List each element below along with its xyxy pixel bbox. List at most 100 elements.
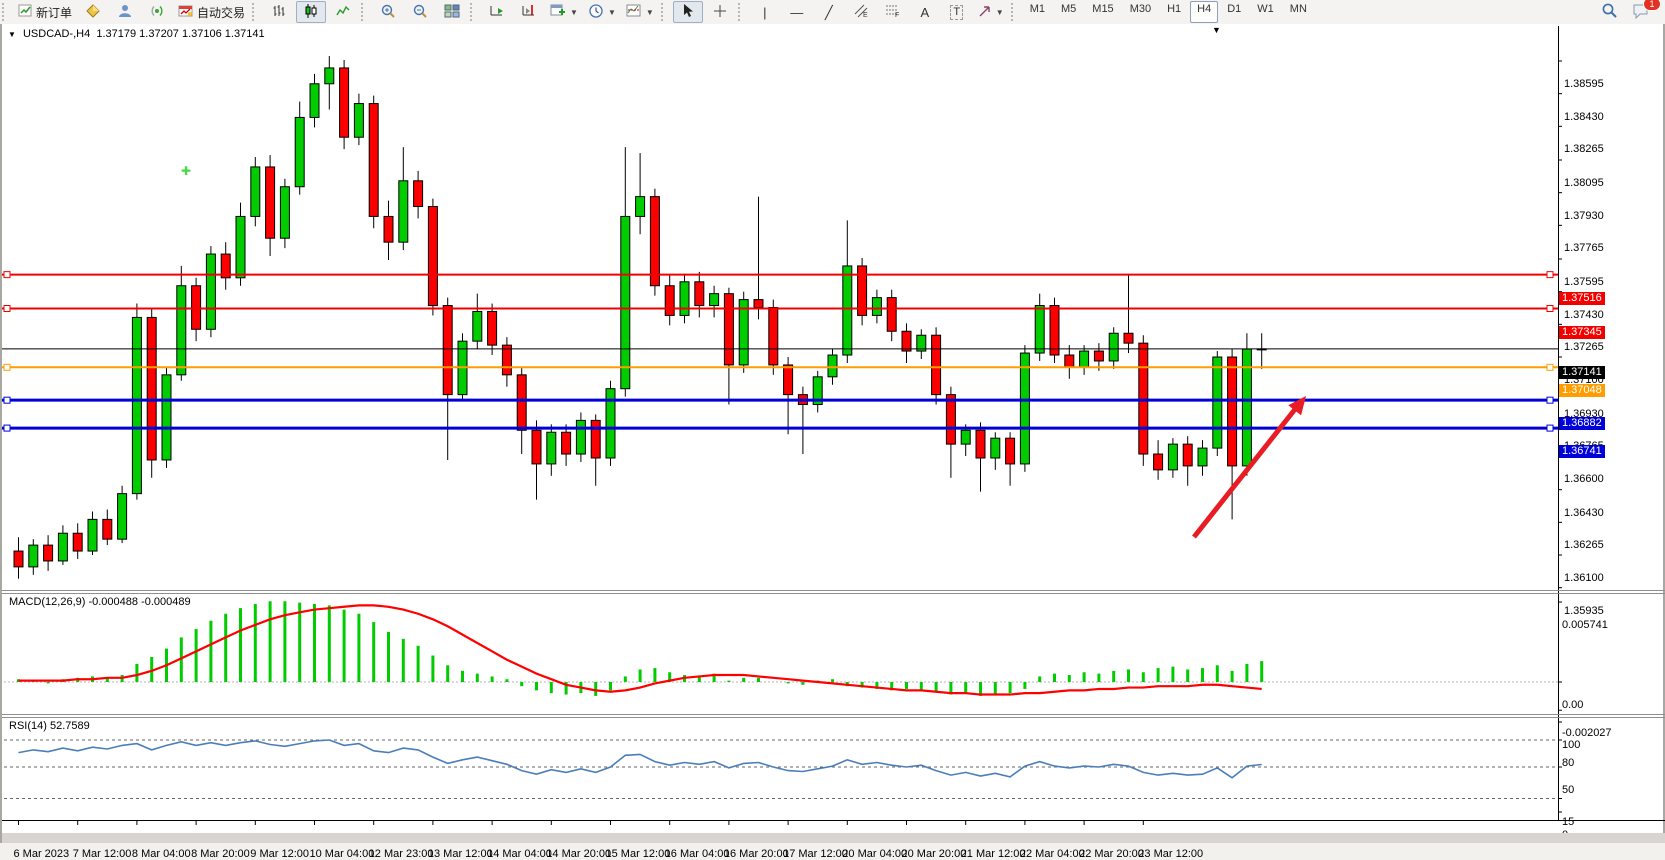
candle-body[interactable] — [118, 494, 127, 540]
timeframe-M5[interactable]: M5 — [1054, 1, 1083, 23]
chart-shift-button[interactable] — [514, 1, 544, 23]
chart-line-button[interactable] — [328, 1, 358, 23]
candle-body[interactable] — [325, 68, 334, 84]
channel-button[interactable]: E — [846, 1, 876, 23]
candle-body[interactable] — [665, 286, 674, 316]
line-handle[interactable] — [1547, 306, 1553, 312]
arrows-button[interactable]: ▼ — [974, 1, 1008, 23]
pane-separator[interactable] — [2, 714, 1665, 715]
candle-body[interactable] — [103, 519, 112, 539]
candle-body[interactable] — [650, 197, 659, 286]
candle-body[interactable] — [14, 551, 23, 567]
line-handle[interactable] — [1547, 364, 1553, 370]
candle-body[interactable] — [1228, 357, 1237, 466]
candle-body[interactable] — [399, 181, 408, 242]
line-handle[interactable] — [4, 306, 10, 312]
candle-body[interactable] — [443, 306, 452, 395]
candle-body[interactable] — [502, 345, 511, 375]
candle-body[interactable] — [976, 430, 985, 458]
candle-body[interactable] — [769, 308, 778, 365]
candle-body[interactable] — [843, 266, 852, 355]
candle-body[interactable] — [695, 282, 704, 306]
candle-body[interactable] — [754, 300, 763, 308]
text-label-button[interactable]: T — [942, 1, 972, 23]
candle-body[interactable] — [251, 167, 260, 217]
horizontal-line-button[interactable]: — — [782, 1, 812, 23]
chart-shift-marker[interactable]: ▼ — [1212, 25, 1221, 35]
toolbar-grip[interactable] — [252, 3, 261, 21]
auto-trading-button[interactable]: 自动交易 — [174, 1, 249, 23]
candle-body[interactable] — [887, 298, 896, 332]
tile-windows-button[interactable] — [437, 1, 467, 23]
signals-button[interactable] — [142, 1, 172, 23]
zoom-out-button[interactable] — [405, 1, 435, 23]
timeframe-MN[interactable]: MN — [1283, 1, 1314, 23]
new-order-button[interactable]: 新订单 — [14, 1, 76, 23]
candle-body[interactable] — [488, 311, 497, 345]
toolbar-grip[interactable] — [1011, 3, 1020, 21]
candle-body[interactable] — [1198, 448, 1207, 466]
line-handle[interactable] — [4, 397, 10, 403]
vertical-line-button[interactable]: | — [750, 1, 780, 23]
candle-body[interactable] — [73, 533, 82, 551]
auto-scroll-button[interactable] — [482, 1, 512, 23]
candle-body[interactable] — [828, 355, 837, 377]
candle-body[interactable] — [1213, 357, 1222, 448]
candle-body[interactable] — [946, 395, 955, 445]
candle-body[interactable] — [177, 286, 186, 375]
candle-body[interactable] — [1065, 355, 1074, 367]
line-handle[interactable] — [4, 425, 10, 431]
candle-body[interactable] — [1050, 306, 1059, 356]
pane-separator[interactable] — [2, 717, 1665, 718]
candle-body[interactable] — [562, 432, 571, 454]
candle-body[interactable] — [354, 104, 363, 138]
timeframe-D1[interactable]: D1 — [1220, 1, 1248, 23]
deposit-button[interactable] — [78, 1, 108, 23]
line-handle[interactable] — [4, 364, 10, 370]
toolbar-grip[interactable] — [2, 3, 11, 21]
candle-body[interactable] — [88, 519, 97, 551]
candle-body[interactable] — [961, 430, 970, 444]
candle-body[interactable] — [636, 197, 645, 217]
candle-body[interactable] — [132, 317, 141, 493]
candle-body[interactable] — [1183, 444, 1192, 466]
candle-body[interactable] — [236, 216, 245, 277]
search-button[interactable] — [1594, 1, 1624, 23]
candle-body[interactable] — [680, 282, 689, 316]
candle-body[interactable] — [1080, 351, 1089, 367]
candle-body[interactable] — [58, 533, 67, 561]
period-button[interactable]: ▼ — [584, 1, 620, 23]
timeframe-W1[interactable]: W1 — [1250, 1, 1281, 23]
cursor-button[interactable] — [673, 1, 703, 23]
trendline-button[interactable]: ╱ — [814, 1, 844, 23]
candle-body[interactable] — [1124, 333, 1133, 343]
line-handle[interactable] — [1547, 397, 1553, 403]
pane-separator[interactable] — [2, 590, 1665, 591]
candle-body[interactable] — [991, 438, 1000, 458]
candle-body[interactable] — [724, 294, 733, 365]
line-handle[interactable] — [1547, 272, 1553, 278]
candle-body[interactable] — [414, 181, 423, 207]
candle-body[interactable] — [44, 545, 53, 561]
profile-button[interactable] — [110, 1, 140, 23]
fibonacci-button[interactable]: F — [878, 1, 908, 23]
chart-bars-button[interactable] — [264, 1, 294, 23]
candle-body[interactable] — [1154, 454, 1163, 470]
candle-body[interactable] — [932, 335, 941, 394]
timeframe-H4[interactable]: H4 — [1190, 1, 1218, 23]
candle-body[interactable] — [280, 187, 289, 238]
candle-body[interactable] — [1109, 333, 1118, 361]
candle-body[interactable] — [1020, 353, 1029, 464]
text-button[interactable]: A — [910, 1, 940, 23]
timeframe-M30[interactable]: M30 — [1123, 1, 1158, 23]
candle-body[interactable] — [473, 311, 482, 341]
candle-body[interactable] — [384, 216, 393, 242]
candle-body[interactable] — [872, 298, 881, 316]
candle-body[interactable] — [1168, 444, 1177, 470]
pane-separator[interactable] — [2, 593, 1665, 594]
candle-body[interactable] — [621, 216, 630, 388]
candle-body[interactable] — [532, 430, 541, 464]
candle-body[interactable] — [1139, 343, 1148, 454]
timeframe-M1[interactable]: M1 — [1023, 1, 1052, 23]
candle-body[interactable] — [547, 432, 556, 464]
